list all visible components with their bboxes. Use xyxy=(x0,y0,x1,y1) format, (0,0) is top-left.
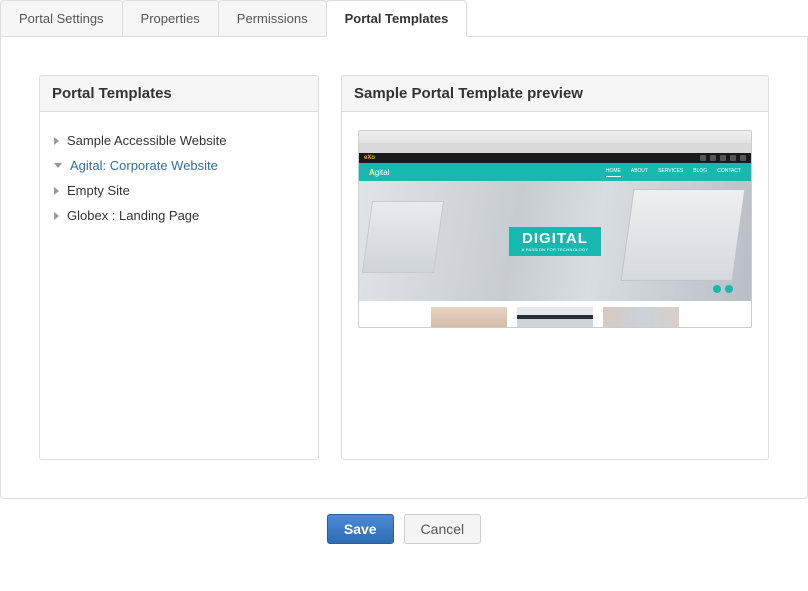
preview-nav-blog: BLOG xyxy=(693,168,707,177)
preview-nav-about: ABOUT xyxy=(631,168,648,177)
preview-nav-services: SERVICES xyxy=(658,168,683,177)
preview-carousel-dots xyxy=(713,285,733,293)
template-item-empty-site[interactable]: Empty Site xyxy=(50,178,308,203)
template-label: Globex : Landing Page xyxy=(67,208,199,223)
preview-app-bar: eXo xyxy=(359,153,751,163)
preview-brand: Agital xyxy=(369,168,389,177)
preview-browser-tabs xyxy=(359,143,751,153)
template-label: Empty Site xyxy=(67,183,130,198)
preview-app-bar-icons xyxy=(700,155,746,161)
preview-thumb xyxy=(603,307,679,327)
preview-thumb xyxy=(431,307,507,327)
preview-exo-logo: eXo xyxy=(364,155,375,161)
caret-right-icon xyxy=(54,212,59,220)
template-label: Sample Accessible Website xyxy=(67,133,226,148)
tabs-bar: Portal Settings Properties Permissions P… xyxy=(0,0,808,37)
preview-hero-badge: DIGITAL A PASSION FOR TECHNOLOGY xyxy=(509,227,602,256)
template-item-agital[interactable]: Agital: Corporate Website xyxy=(50,153,308,178)
preview-hero: DIGITAL A PASSION FOR TECHNOLOGY xyxy=(359,181,751,301)
preview-browser-chrome xyxy=(359,131,751,143)
caret-right-icon xyxy=(54,137,59,145)
preview-thumb xyxy=(517,307,593,327)
preview-title: Sample Portal Template preview xyxy=(342,76,768,112)
template-label: Agital: Corporate Website xyxy=(70,158,218,173)
preview-nav-home: HOME xyxy=(606,168,621,177)
cancel-button[interactable]: Cancel xyxy=(404,514,482,544)
tab-permissions[interactable]: Permissions xyxy=(218,0,327,36)
save-button[interactable]: Save xyxy=(327,514,394,544)
preview-nav-contact: CONTACT xyxy=(717,168,741,177)
caret-right-icon xyxy=(54,187,59,195)
preview-hero-subtitle: A PASSION FOR TECHNOLOGY xyxy=(522,247,589,252)
preview-thumbnail: eXo Agital HOME ABOUT SERVICES BLOG CONT… xyxy=(358,130,752,328)
caret-down-icon xyxy=(54,163,62,168)
preview-panel: Sample Portal Template preview eXo Agita… xyxy=(341,75,769,460)
tab-portal-templates[interactable]: Portal Templates xyxy=(326,0,468,37)
tab-content: Portal Templates Sample Accessible Websi… xyxy=(0,37,808,499)
portal-templates-title: Portal Templates xyxy=(40,76,318,112)
preview-nav-links: HOME ABOUT SERVICES BLOG CONTACT xyxy=(606,168,741,177)
template-item-globex[interactable]: Globex : Landing Page xyxy=(50,203,308,228)
template-item-sample-accessible[interactable]: Sample Accessible Website xyxy=(50,128,308,153)
portal-templates-panel: Portal Templates Sample Accessible Websi… xyxy=(39,75,319,460)
preview-hero-title: DIGITAL xyxy=(522,230,588,247)
dialog-footer: Save Cancel xyxy=(0,499,808,556)
tab-properties[interactable]: Properties xyxy=(122,0,219,36)
preview-thumb-row xyxy=(359,301,751,327)
tab-portal-settings[interactable]: Portal Settings xyxy=(0,0,123,36)
template-list: Sample Accessible Website Agital: Corpor… xyxy=(50,128,308,228)
preview-site-nav: Agital HOME ABOUT SERVICES BLOG CONTACT xyxy=(359,163,751,181)
